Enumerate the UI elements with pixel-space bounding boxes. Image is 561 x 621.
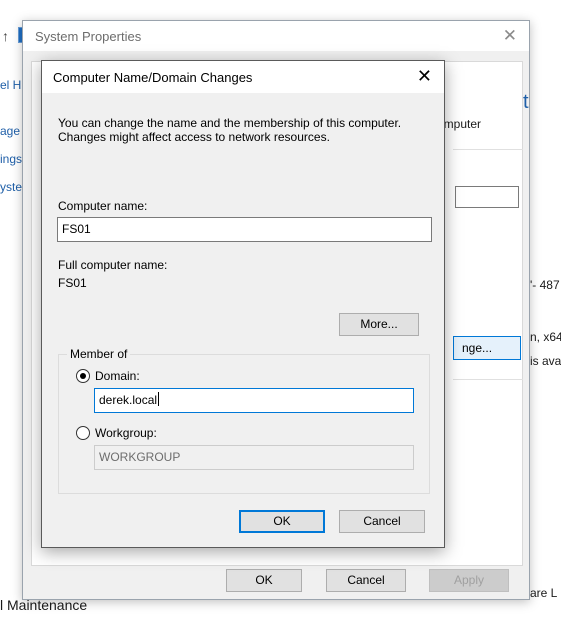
- sidebar-link-1[interactable]: el H: [0, 78, 21, 92]
- computer-description-input[interactable]: [455, 186, 519, 208]
- domain-input-value: derek.local: [99, 393, 158, 407]
- computer-name-label: Computer name:: [58, 199, 148, 213]
- workgroup-input[interactable]: WORKGROUP: [94, 445, 414, 470]
- dialog-description: You can change the name and the membersh…: [58, 116, 402, 144]
- change-button[interactable]: nge...: [453, 336, 521, 360]
- windows-id-fragment: '- 487: [530, 278, 560, 292]
- system-properties-title: System Properties: [35, 29, 142, 44]
- domain-input[interactable]: derek.local: [94, 388, 414, 413]
- separator: [453, 379, 523, 380]
- dialog-titlebar: Computer Name/Domain Changes ✕: [42, 61, 444, 93]
- member-of-label: Member of: [67, 347, 131, 361]
- workgroup-radio[interactable]: [76, 426, 90, 440]
- computer-name-dialog: Computer Name/Domain Changes ✕ You can c…: [41, 60, 445, 548]
- sidebar-link-3[interactable]: ings: [0, 152, 22, 166]
- full-computer-name-value: FS01: [58, 276, 87, 290]
- ok-button[interactable]: OK: [226, 569, 302, 592]
- cancel-button[interactable]: Cancel: [326, 569, 406, 592]
- background-panel: [0, 0, 20, 621]
- separator: [453, 149, 523, 150]
- member-of-groupbox: Member of Domain: derek.local Workgroup:…: [58, 347, 430, 494]
- more-button[interactable]: More...: [339, 313, 419, 336]
- domain-radio[interactable]: [76, 369, 90, 383]
- sidebar-link-4[interactable]: yste: [0, 180, 22, 194]
- close-icon[interactable]: ✕: [503, 26, 517, 46]
- dialog-ok-button[interactable]: OK: [239, 510, 325, 533]
- pen-touch-fragment: is ava: [530, 354, 561, 368]
- close-icon[interactable]: ✕: [417, 66, 432, 87]
- page-heading-fragment: ter: [523, 91, 529, 113]
- apply-button[interactable]: Apply: [429, 569, 509, 592]
- full-computer-name-label: Full computer name:: [58, 258, 168, 272]
- computer-name-input[interactable]: FS01: [57, 217, 432, 242]
- system-type-fragment: n, x64: [530, 330, 561, 344]
- workgroup-label: Workgroup:: [95, 426, 157, 440]
- text-caret: [158, 392, 160, 406]
- dialog-cancel-button[interactable]: Cancel: [339, 510, 425, 533]
- system-properties-titlebar: System Properties ✕: [23, 21, 529, 51]
- sidebar-link-2[interactable]: age: [0, 124, 20, 138]
- domain-label: Domain:: [95, 369, 140, 383]
- software-link-fragment[interactable]: are L: [530, 586, 557, 600]
- up-arrow-icon[interactable]: ↑: [2, 28, 9, 44]
- dialog-title: Computer Name/Domain Changes: [53, 70, 253, 85]
